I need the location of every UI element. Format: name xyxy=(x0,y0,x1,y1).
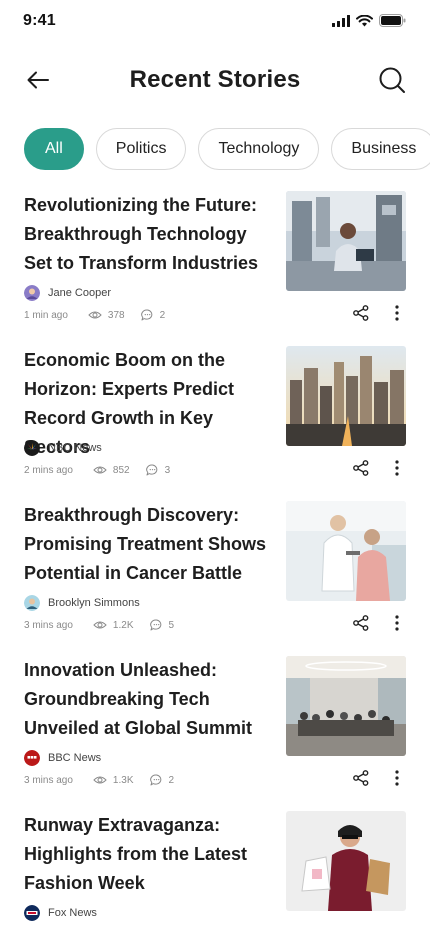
timestamp: 1 min ago xyxy=(24,309,68,321)
more-vertical-icon xyxy=(395,305,399,321)
comments-count: 2 xyxy=(168,774,175,786)
story-thumbnail[interactable] xyxy=(286,501,406,601)
comment-icon xyxy=(149,619,161,631)
story-title[interactable]: Revolutionizing the Future: Breakthrough… xyxy=(24,191,274,278)
views-stat: 852 xyxy=(93,465,130,476)
views-stat: 1.2K xyxy=(93,620,134,631)
share-button[interactable] xyxy=(352,769,370,787)
author[interactable]: BBC News xyxy=(24,750,101,766)
share-button[interactable] xyxy=(352,459,370,477)
avatar xyxy=(24,440,40,456)
story-meta: 3 mins ago 1.2K 5 xyxy=(24,619,190,631)
views-count: 1.2K xyxy=(112,619,134,631)
story-title[interactable]: Runway Extravaganza: Highlights from the… xyxy=(24,811,274,898)
status-bar: 9:41 xyxy=(0,0,430,44)
eye-icon xyxy=(88,311,102,319)
comments-stat: 3 xyxy=(145,464,171,476)
story-title[interactable]: Innovation Unleashed: Groundbreaking Tec… xyxy=(24,656,274,743)
more-options-button[interactable] xyxy=(388,304,406,322)
more-options-button[interactable] xyxy=(388,769,406,787)
comment-icon xyxy=(145,464,157,476)
eye-icon xyxy=(93,466,107,474)
story-card[interactable]: Revolutionizing the Future: Breakthrough… xyxy=(24,191,406,346)
comments-stat: 2 xyxy=(140,309,166,321)
search-button[interactable] xyxy=(376,64,408,96)
author[interactable]: Brooklyn Simmons xyxy=(24,595,140,611)
story-actions xyxy=(352,769,406,787)
share-button[interactable] xyxy=(352,614,370,632)
share-icon xyxy=(353,305,369,321)
views-stat: 1.3K xyxy=(93,775,134,786)
comments-stat: 5 xyxy=(149,619,175,631)
tab-technology[interactable]: Technology xyxy=(198,128,320,170)
avatar xyxy=(24,905,40,921)
story-card[interactable]: Innovation Unleashed: Groundbreaking Tec… xyxy=(24,656,406,811)
story-thumbnail[interactable] xyxy=(286,346,406,446)
avatar xyxy=(24,595,40,611)
story-thumbnail[interactable] xyxy=(286,191,406,291)
avatar xyxy=(24,750,40,766)
story-actions xyxy=(352,459,406,477)
author-name: Brooklyn Simmons xyxy=(48,597,140,609)
timestamp: 3 mins ago xyxy=(24,774,73,786)
page-title: Recent Stories xyxy=(129,66,301,93)
views-count: 378 xyxy=(107,309,125,321)
share-icon xyxy=(353,460,369,476)
tab-politics[interactable]: Politics xyxy=(95,128,187,170)
views-count: 1.3K xyxy=(112,774,134,786)
more-vertical-icon xyxy=(395,615,399,631)
views-stat: 378 xyxy=(88,310,125,321)
timestamp: 2 mins ago xyxy=(24,464,73,476)
author[interactable]: Jane Cooper xyxy=(24,285,111,301)
comments-count: 3 xyxy=(164,464,171,476)
more-options-button[interactable] xyxy=(388,459,406,477)
tab-all[interactable]: All xyxy=(24,128,84,170)
story-meta: 2 mins ago 852 3 xyxy=(24,464,186,476)
header: Recent Stories xyxy=(0,56,430,104)
author[interactable]: Fox News xyxy=(24,905,97,921)
battery-icon xyxy=(379,14,406,27)
story-thumbnail[interactable] xyxy=(286,811,406,911)
eye-icon xyxy=(93,776,107,784)
story-actions xyxy=(352,304,406,322)
comment-icon xyxy=(149,774,161,786)
comments-stat: 2 xyxy=(149,774,175,786)
author-name: Fox News xyxy=(48,907,97,919)
share-icon xyxy=(353,615,369,631)
author-name: BBC News xyxy=(48,752,102,764)
story-feed: Revolutionizing the Future: Breakthrough… xyxy=(24,191,406,932)
comments-count: 2 xyxy=(159,309,166,321)
search-icon xyxy=(379,67,405,93)
story-thumbnail[interactable] xyxy=(286,656,406,756)
more-vertical-icon xyxy=(395,770,399,786)
share-button[interactable] xyxy=(352,304,370,322)
wifi-icon xyxy=(356,14,373,26)
author-name: NBC News xyxy=(48,442,102,454)
avatar xyxy=(24,285,40,301)
story-actions xyxy=(352,614,406,632)
story-meta: 3 mins ago 1.3K 2 xyxy=(24,774,190,786)
comments-count: 5 xyxy=(168,619,175,631)
author[interactable]: NBC News xyxy=(24,440,102,456)
story-card[interactable]: Economic Boom on the Horizon: Experts Pr… xyxy=(24,346,406,501)
eye-icon xyxy=(93,621,107,629)
tab-business[interactable]: Business xyxy=(331,128,430,170)
story-card[interactable]: Runway Extravaganza: Highlights from the… xyxy=(24,811,406,932)
views-count: 852 xyxy=(112,464,130,476)
status-time: 9:41 xyxy=(23,12,56,29)
comment-icon xyxy=(140,309,152,321)
timestamp: 3 mins ago xyxy=(24,619,73,631)
cellular-signal-icon xyxy=(332,14,350,27)
story-title[interactable]: Breakthrough Discovery: Promising Treatm… xyxy=(24,501,274,588)
category-tabs: All Politics Technology Business xyxy=(24,128,430,170)
more-options-button[interactable] xyxy=(388,614,406,632)
status-icons xyxy=(332,14,406,27)
more-vertical-icon xyxy=(395,460,399,476)
share-icon xyxy=(353,770,369,786)
author-name: Jane Cooper xyxy=(48,287,111,299)
story-meta: 1 min ago 378 2 xyxy=(24,309,181,321)
story-card[interactable]: Breakthrough Discovery: Promising Treatm… xyxy=(24,501,406,656)
